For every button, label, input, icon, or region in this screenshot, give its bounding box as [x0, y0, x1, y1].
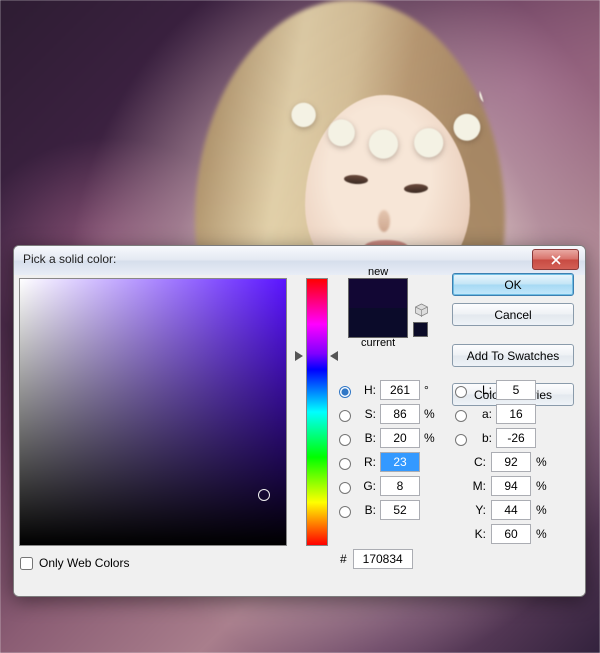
close-button[interactable]: [532, 249, 579, 270]
add-to-swatches-button[interactable]: Add To Swatches: [452, 344, 574, 367]
l-input[interactable]: [496, 380, 536, 400]
color-preview: [348, 278, 408, 338]
l-label: L:: [474, 383, 492, 397]
only-web-colors-checkbox[interactable]: [20, 557, 33, 570]
h-label: H:: [358, 383, 376, 397]
blab-input[interactable]: [496, 428, 536, 448]
current-label: current: [361, 337, 395, 349]
cancel-button[interactable]: Cancel: [452, 303, 574, 326]
y-label: Y:: [470, 503, 486, 517]
close-icon: [550, 255, 562, 265]
lab-group: L: a: b:: [450, 378, 536, 450]
color-field[interactable]: [19, 278, 287, 546]
hex-row: #: [340, 549, 413, 569]
h-unit: °: [424, 383, 438, 397]
bval-label: B:: [358, 431, 376, 445]
a-input[interactable]: [496, 404, 536, 424]
titlebar[interactable]: Pick a solid color:: [14, 246, 585, 276]
hsb-rgb-group: H: ° S:% B:% R: G: B:: [334, 378, 438, 522]
bval-input[interactable]: [380, 428, 420, 448]
k-input[interactable]: [491, 524, 531, 544]
a-label: a:: [474, 407, 492, 421]
y-input[interactable]: [491, 500, 531, 520]
preview-current: [349, 308, 407, 337]
dialog-body: new current OK Cancel Add To Swatches Co…: [14, 275, 585, 596]
color-field-cursor: [258, 489, 270, 501]
c-input[interactable]: [491, 452, 531, 472]
m-input[interactable]: [491, 476, 531, 496]
m-label: M:: [470, 479, 486, 493]
brgb-label: B:: [358, 503, 376, 517]
h-input[interactable]: [380, 380, 420, 400]
g-radio[interactable]: [339, 482, 351, 494]
cmyk-group: C:% M:% Y:% K:%: [470, 450, 550, 546]
preview-swatch: [348, 278, 408, 338]
new-label: new: [368, 266, 388, 278]
cube-icon[interactable]: [414, 303, 429, 318]
preview-new: [349, 279, 407, 308]
color-picker-dialog: Pick a solid color: new current OK Cance…: [13, 245, 586, 597]
only-web-colors-row[interactable]: Only Web Colors: [20, 556, 129, 570]
r-label: R:: [358, 455, 376, 469]
ok-button[interactable]: OK: [452, 273, 574, 296]
r-input[interactable]: [380, 452, 420, 472]
only-web-colors-label: Only Web Colors: [39, 556, 129, 570]
hex-input[interactable]: [353, 549, 413, 569]
dialog-title: Pick a solid color:: [23, 252, 116, 266]
y-unit: %: [536, 503, 550, 517]
r-radio[interactable]: [339, 458, 351, 470]
k-label: K:: [470, 527, 486, 541]
c-label: C:: [470, 455, 486, 469]
s-input[interactable]: [380, 404, 420, 424]
blab-radio[interactable]: [455, 434, 467, 446]
brgb-radio[interactable]: [339, 506, 351, 518]
hex-prefix: #: [340, 552, 347, 566]
g-input[interactable]: [380, 476, 420, 496]
bval-unit: %: [424, 431, 438, 445]
k-unit: %: [536, 527, 550, 541]
s-radio[interactable]: [339, 410, 351, 422]
a-radio[interactable]: [455, 410, 467, 422]
l-radio[interactable]: [455, 386, 467, 398]
m-unit: %: [536, 479, 550, 493]
s-label: S:: [358, 407, 376, 421]
h-radio[interactable]: [339, 386, 351, 398]
bval-radio[interactable]: [339, 434, 351, 446]
hue-slider-arrow-left: [295, 351, 303, 361]
photo-nose: [378, 210, 390, 232]
hue-slider[interactable]: [306, 278, 328, 546]
g-label: G:: [358, 479, 376, 493]
nearest-websafe-swatch[interactable]: [413, 322, 428, 337]
brgb-input[interactable]: [380, 500, 420, 520]
hue-slider-arrow-right: [330, 351, 338, 361]
c-unit: %: [536, 455, 550, 469]
blab-label: b:: [474, 431, 492, 445]
s-unit: %: [424, 407, 438, 421]
